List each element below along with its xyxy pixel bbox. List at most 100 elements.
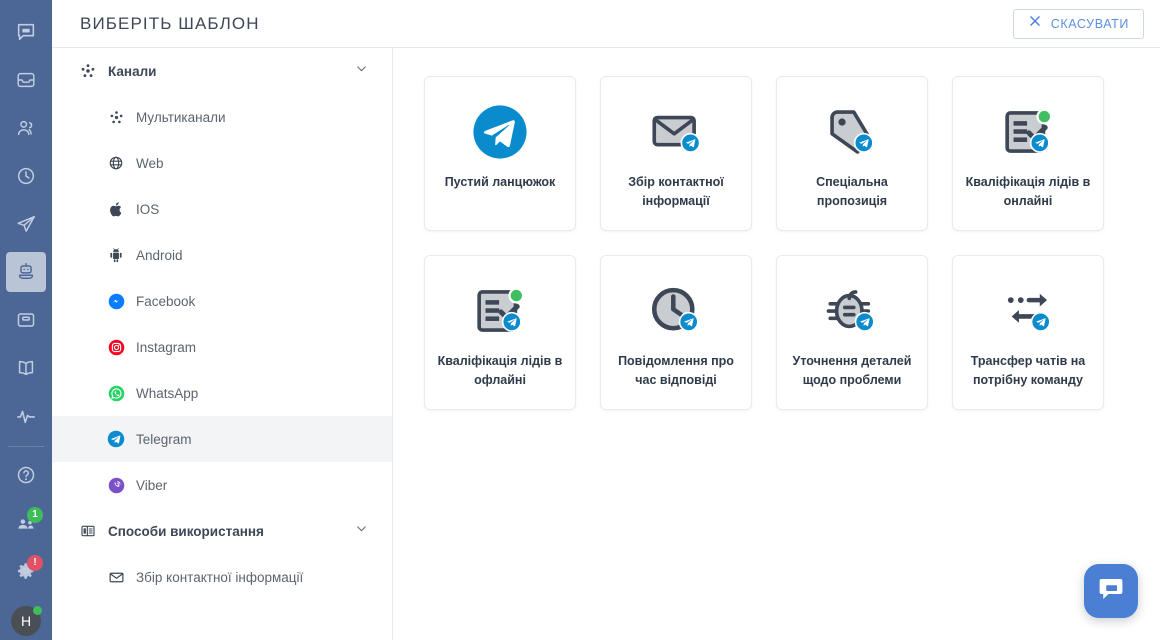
inbox-icon [15, 69, 37, 91]
main-area: ВИБЕРІТЬ ШАБЛОН СКАСУВАТИ Канали Мультик… [52, 0, 1160, 640]
rail-item-team[interactable]: 1 [6, 503, 46, 543]
rail-item-analytics[interactable] [6, 396, 46, 436]
sidebar-item-label: Збір контактної інформації [136, 569, 304, 585]
rail-item-help[interactable] [6, 455, 46, 495]
sidebar-item-label: Web [136, 155, 164, 171]
rail-item-archive[interactable] [6, 300, 46, 340]
envelope-telegram-icon [647, 101, 705, 163]
close-icon [1028, 14, 1042, 33]
avatar-online-dot [33, 606, 42, 615]
sidebar-section-label: Способи використання [108, 523, 264, 539]
usecases-icon [80, 523, 100, 539]
bug-telegram-icon [823, 280, 881, 342]
facebook-messenger-icon [106, 291, 126, 311]
history-icon [15, 165, 37, 187]
template-card-label: Уточнення деталей щодо проблеми [792, 354, 912, 387]
template-content: Пустий ланцюжок Збір контактної інформац… [393, 48, 1160, 640]
broadcast-icon [15, 213, 37, 235]
template-card[interactable]: Кваліфікація лідів в офлайні [424, 255, 576, 410]
chevron-down-icon [355, 522, 368, 540]
rail-item-chat[interactable] [6, 12, 46, 52]
sidebar: Канали Мультиканали Web IOS Android Face… [52, 48, 393, 640]
globe-icon [106, 153, 126, 173]
chat-icon [15, 21, 37, 43]
settings-badge: ! [27, 555, 43, 571]
multichannel-icon [80, 63, 100, 79]
sidebar-item-label: WhatsApp [136, 385, 199, 401]
sidebar-item-label: Viber [136, 477, 168, 493]
template-card-label: Кваліфікація лідів в офлайні [437, 354, 563, 387]
template-card[interactable]: Спеціальна пропозиція [776, 76, 928, 231]
viber-icon [106, 475, 126, 495]
rail-item-bot[interactable] [6, 252, 46, 292]
left-nav-rail: 1 ! H [0, 0, 52, 640]
sidebar-item-ios[interactable]: IOS [52, 186, 392, 232]
rail-item-inbox[interactable] [6, 60, 46, 100]
sidebar-item-android[interactable]: Android [52, 232, 392, 278]
template-card[interactable]: Повідомлення про час відповіді [600, 255, 752, 410]
team-badge: 1 [27, 507, 43, 523]
sidebar-item-label: Facebook [136, 293, 196, 309]
sidebar-item-label: IOS [136, 201, 160, 217]
whatsapp-icon [106, 383, 126, 403]
cancel-button-label: СКАСУВАТИ [1050, 16, 1129, 31]
cancel-button[interactable]: СКАСУВАТИ [1012, 8, 1144, 39]
tag-telegram-icon [823, 101, 881, 163]
contacts-icon [15, 117, 37, 139]
rail-top-group [6, 8, 46, 440]
template-card-label: Повідомлення про час відповіді [618, 354, 734, 387]
sidebar-item-web[interactable]: Web [52, 140, 392, 186]
apple-icon [106, 199, 126, 219]
page-title: ВИБЕРІТЬ ШАБЛОН [80, 13, 260, 33]
sidebar-item-instagram[interactable]: Instagram [52, 324, 392, 370]
template-card-label: Пустий ланцюжок [444, 175, 556, 189]
sidebar-item-telegram[interactable]: Telegram [52, 416, 392, 462]
bot-icon [15, 261, 37, 283]
template-card-label: Кваліфікація лідів в онлайні [965, 175, 1091, 208]
sidebar-section-usecases[interactable]: Способи використання [52, 508, 392, 554]
sidebar-item-label: Telegram [136, 431, 192, 447]
instagram-icon [106, 337, 126, 357]
avatar[interactable]: H [11, 606, 42, 636]
sidebar-item-label: Android [136, 247, 183, 263]
sidebar-item-multichannel[interactable]: Мультиканали [52, 94, 392, 140]
template-card[interactable]: Збір контактної інформації [600, 76, 752, 231]
rail-item-avatar[interactable]: H [6, 601, 46, 640]
clock-telegram-icon [647, 280, 705, 342]
sidebar-item-whatsapp[interactable]: WhatsApp [52, 370, 392, 416]
template-card-label: Збір контактної інформації [628, 175, 724, 208]
template-card[interactable]: Трансфер чатів на потрібну команду [952, 255, 1104, 410]
sidebar-item-facebook[interactable]: Facebook [52, 278, 392, 324]
rail-divider [8, 446, 44, 447]
rail-item-contacts[interactable] [6, 108, 46, 148]
rail-item-knowledge-base[interactable] [6, 348, 46, 388]
rail-item-broadcast[interactable] [6, 204, 46, 244]
checklist-offline-telegram-icon [471, 280, 529, 342]
chevron-down-icon [355, 62, 368, 80]
template-card[interactable]: Пустий ланцюжок [424, 76, 576, 231]
knowledge-base-icon [15, 357, 37, 379]
transfer-telegram-icon [999, 280, 1057, 342]
template-card[interactable]: Уточнення деталей щодо проблеми [776, 255, 928, 410]
avatar-initial: H [20, 613, 32, 629]
template-card-label: Трансфер чатів на потрібну команду [970, 354, 1086, 387]
telegram-icon [106, 429, 126, 449]
help-icon [15, 464, 37, 486]
rail-item-settings[interactable]: ! [6, 551, 46, 591]
telegram-logo-icon [471, 101, 529, 163]
sidebar-item-viber[interactable]: Viber [52, 462, 392, 508]
sidebar-section-label: Канали [108, 63, 157, 79]
page-header: ВИБЕРІТЬ ШАБЛОН СКАСУВАТИ [52, 0, 1160, 48]
envelope-icon [106, 567, 126, 587]
checklist-online-telegram-icon [999, 101, 1057, 163]
sidebar-item-label: Мультиканали [136, 109, 226, 125]
template-card[interactable]: Кваліфікація лідів в онлайні [952, 76, 1104, 231]
template-grid: Пустий ланцюжок Збір контактної інформац… [424, 76, 1160, 410]
rail-item-history[interactable] [6, 156, 46, 196]
archive-icon [15, 309, 37, 331]
sidebar-section-channels[interactable]: Канали [52, 48, 392, 94]
chat-widget-button[interactable] [1084, 564, 1138, 618]
chat-bubble-icon [1096, 574, 1126, 609]
rail-bottom-group: 1 ! H [6, 440, 46, 640]
sidebar-item-contact-collection[interactable]: Збір контактної інформації [52, 554, 392, 600]
